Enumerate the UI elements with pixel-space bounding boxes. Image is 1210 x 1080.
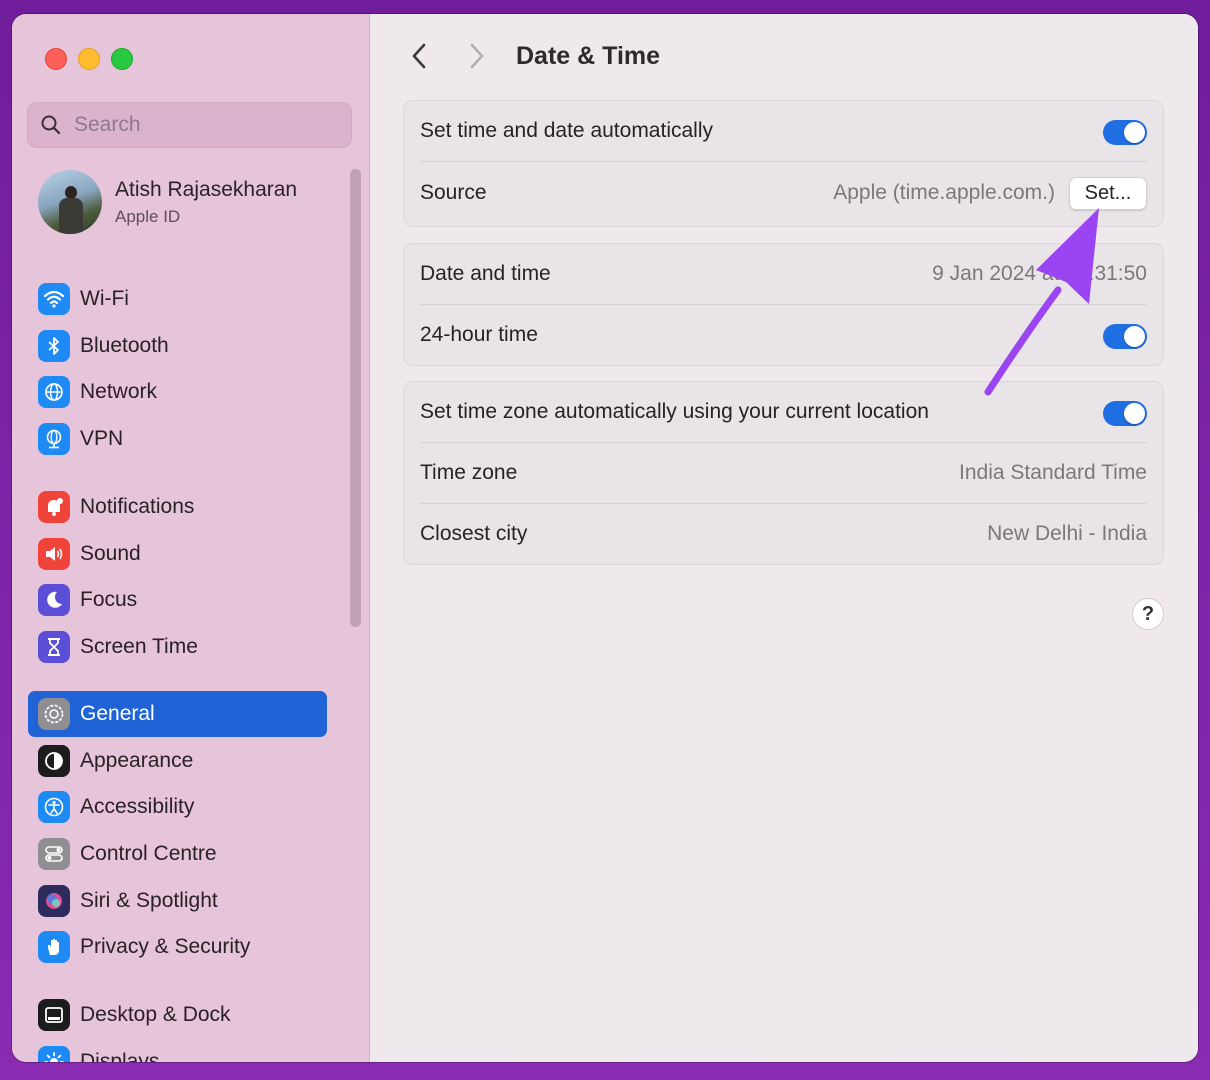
bell-icon [38,491,70,523]
profile-subtitle: Apple ID [115,207,181,226]
chevron-right-icon [470,43,484,69]
sidebar-item-general[interactable]: General [28,691,327,737]
hand-icon [38,931,70,963]
sidebar-item-label: Displays [80,1050,160,1062]
search-field[interactable] [27,102,352,148]
sidebar-item-wi-fi[interactable]: Wi-Fi [28,276,327,322]
sidebar-item-bluetooth[interactable]: Bluetooth [28,323,327,369]
auto-time-row: Set time and date automatically [404,101,1163,162]
bluetooth-icon [38,330,70,362]
sun-icon [38,1046,70,1062]
auto-time-label: Set time and date automatically [420,119,713,142]
closest-city-value: New Delhi - India [987,522,1147,545]
24-hour-row: 24-hour time [404,305,1163,366]
siri-icon [38,885,70,917]
wifi-icon [38,283,70,315]
24-hour-label: 24-hour time [420,323,538,346]
sidebar-item-label: Bluetooth [80,334,169,357]
gear-icon [38,698,70,730]
24-hour-toggle[interactable] [1103,324,1147,349]
sidebar-item-network[interactable]: Network [28,369,327,415]
settings-window: Atish Rajasekharan Apple ID Wi-Fi Bluetoo… [12,14,1198,1062]
forward-button[interactable] [462,41,492,71]
sidebar-item-notifications[interactable]: Notifications [28,484,327,530]
sidebar-item-label: Wi-Fi [80,287,129,310]
closest-city-label: Closest city [420,522,528,545]
profile-name: Atish Rajasekharan [115,178,298,201]
time-zone-group: Set time zone automatically using your c… [403,381,1164,565]
chevron-left-icon [412,43,426,69]
set-source-button[interactable]: Set... [1069,177,1147,210]
sidebar-item-sound[interactable]: Sound [28,531,327,577]
sidebar-item-label: Screen Time [80,635,198,658]
back-button[interactable] [404,41,434,71]
sidebar-item-label: Accessibility [80,795,195,818]
sidebar-item-label: Siri & Spotlight [80,889,218,912]
timezone-value: India Standard Time [959,461,1147,484]
dock-icon [38,999,70,1031]
date-time-row: Date and time 9 Jan 2024 at 18:31:50 [404,244,1163,305]
auto-timezone-row: Set time zone automatically using your c… [404,382,1163,443]
vpn-globe-icon [38,423,70,455]
main-pane: Date & Time Set time and date automatica… [370,14,1198,1062]
page-title: Date & Time [516,42,661,70]
globe-icon [38,376,70,408]
sidebar-item-label: Privacy & Security [80,935,251,958]
close-window-button[interactable] [45,48,67,70]
moon-icon [38,584,70,616]
auto-timezone-label: Set time zone automatically using your c… [420,400,929,423]
date-time-value[interactable]: 9 Jan 2024 at 18:31:50 [932,262,1147,286]
sidebar-item-appearance[interactable]: Appearance [28,738,327,784]
minimize-window-button[interactable] [78,48,100,70]
sidebar-item-displays[interactable]: Displays [28,1039,327,1062]
sidebar-item-label: Appearance [80,749,194,772]
sidebar-item-label: Sound [80,542,141,565]
sidebar-item-privacy-security[interactable]: Privacy & Security [28,924,327,970]
speaker-icon [38,538,70,570]
source-value: Apple (time.apple.com.) [833,181,1055,204]
sidebar: Atish Rajasekharan Apple ID Wi-Fi Bluetoo… [12,14,370,1062]
timezone-label: Time zone [420,461,518,484]
sidebar-item-screen-time[interactable]: Screen Time [28,624,327,670]
sidebar-item-label: Notifications [80,495,195,518]
apple-id-profile[interactable]: Atish Rajasekharan Apple ID [38,170,348,236]
search-input[interactable] [72,112,336,138]
sidebar-item-focus[interactable]: Focus [28,577,327,623]
search-icon [41,115,61,135]
timezone-row: Time zone India Standard Time [404,443,1163,504]
help-button[interactable]: ? [1132,598,1164,630]
automatic-time-group: Set time and date automatically Source A… [403,100,1164,227]
sidebar-item-accessibility[interactable]: Accessibility [28,784,327,830]
date-time-label: Date and time [420,262,551,285]
sidebar-item-vpn[interactable]: VPN [28,416,327,462]
source-label: Source [420,181,487,204]
accessibility-icon [38,791,70,823]
auto-timezone-toggle[interactable] [1103,401,1147,426]
sidebar-scrollbar[interactable] [350,169,361,627]
auto-time-toggle[interactable] [1103,120,1147,145]
sidebar-item-label: General [80,702,155,725]
zoom-window-button[interactable] [111,48,133,70]
sidebar-item-desktop-dock[interactable]: Desktop & Dock [28,992,327,1038]
appearance-icon [38,745,70,777]
date-time-group: Date and time 9 Jan 2024 at 18:31:50 24-… [403,243,1164,366]
sidebar-item-label: Desktop & Dock [80,1003,231,1026]
hourglass-icon [38,631,70,663]
source-row: Source Apple (time.apple.com.) Set... [404,163,1163,224]
sidebar-item-control-centre[interactable]: Control Centre [28,831,327,877]
sidebar-item-label: Focus [80,588,138,611]
control-centre-icon [38,838,70,870]
sidebar-item-siri-spotlight[interactable]: Siri & Spotlight [28,878,327,924]
avatar [38,170,102,234]
sidebar-item-label: VPN [80,427,124,450]
sidebar-item-label: Control Centre [80,842,217,865]
closest-city-row: Closest city New Delhi - India [404,504,1163,565]
sidebar-item-label: Network [80,380,158,403]
